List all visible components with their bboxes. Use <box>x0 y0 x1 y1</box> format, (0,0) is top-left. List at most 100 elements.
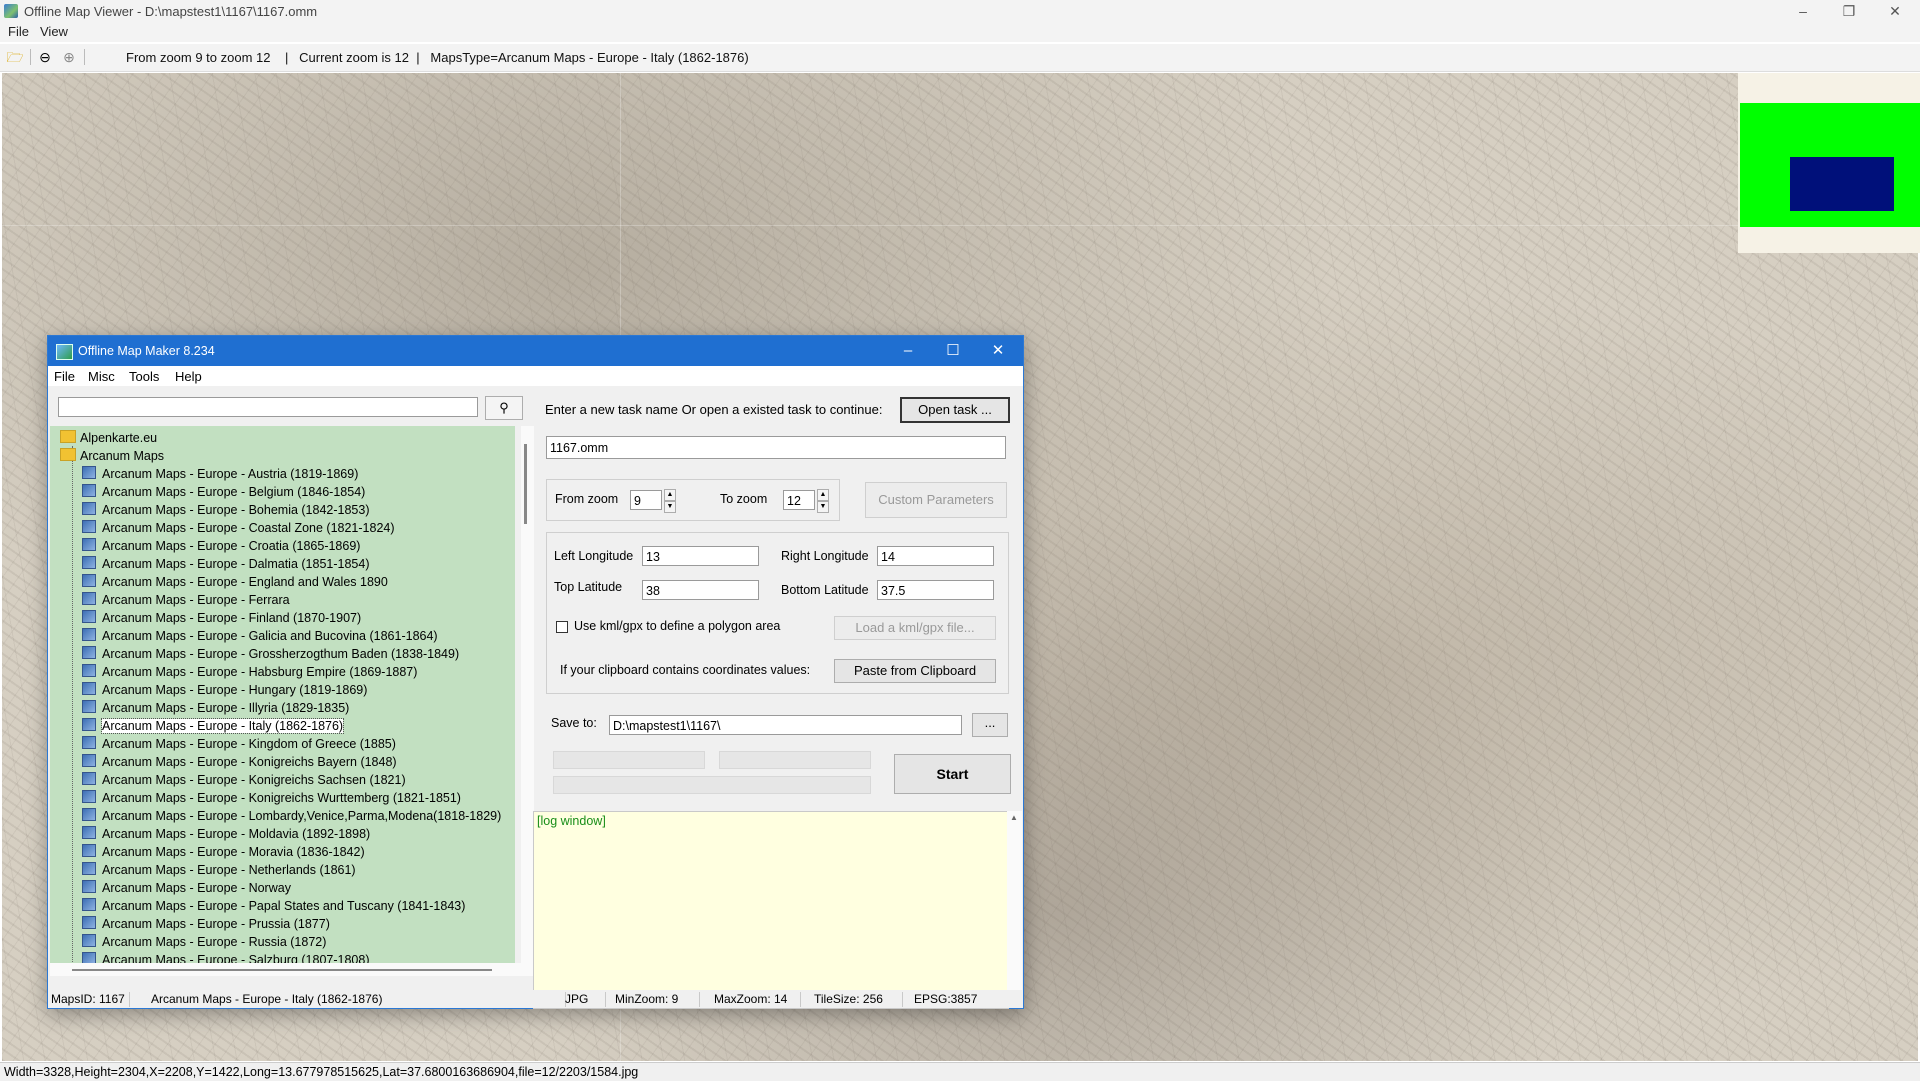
maker-minimize-button[interactable]: – <box>886 336 930 366</box>
tree-item[interactable]: Arcanum Maps - Europe - Norway <box>82 880 291 898</box>
close-button[interactable]: ✕ <box>1872 0 1918 22</box>
spin-down-icon[interactable]: ▼ <box>817 501 829 513</box>
to-zoom-spinner[interactable]: ▲ ▼ <box>817 489 829 513</box>
status-epsg: EPSG:3857 <box>914 992 978 1006</box>
spin-up-icon[interactable]: ▲ <box>817 489 829 501</box>
to-zoom-field[interactable]: 12 <box>783 490 815 510</box>
map-maker-window: Offline Map Maker 8.234 – ☐ ✕ File Misc … <box>47 335 1024 1009</box>
tree-item[interactable]: Arcanum Maps - Europe - Croatia (1865-18… <box>82 538 360 556</box>
tree-item[interactable]: Arcanum Maps - Europe - Finland (1870-19… <box>82 610 361 628</box>
tree-item-label: Arcanum Maps - Europe - Prussia (1877) <box>102 917 330 931</box>
top-latitude-label: Top Latitude <box>554 580 623 594</box>
bottom-latitude-field[interactable]: 37.5 <box>877 580 994 600</box>
tree-horizontal-scrollbar[interactable] <box>50 963 534 976</box>
menu-file[interactable]: File <box>8 24 29 39</box>
log-window[interactable]: [log window] <box>533 811 1009 1009</box>
zoom-out-icon[interactable]: ⊖ <box>36 49 54 65</box>
tile-seam <box>2 225 1918 226</box>
tree-item[interactable]: Arcanum Maps - Europe - Italy (1862-1876… <box>82 718 345 736</box>
tree-item[interactable]: Arcanum Maps - Europe - Papal States and… <box>82 898 465 916</box>
tree-item[interactable]: Arcanum Maps - Europe - Illyria (1829-18… <box>82 700 349 718</box>
tree-item[interactable]: Arcanum Maps - Europe - England and Wale… <box>82 574 388 592</box>
maker-close-button[interactable]: ✕ <box>976 336 1020 366</box>
tree-item[interactable]: Arcanum Maps - Europe - Dalmatia (1851-1… <box>82 556 369 574</box>
task-prompt: Enter a new task name Or open a existed … <box>545 402 883 417</box>
spin-up-icon[interactable]: ▲ <box>664 489 676 501</box>
open-task-button[interactable]: Open task ... <box>900 397 1010 423</box>
tree-item[interactable]: Arcanum Maps - Europe - Bohemia (1842-18… <box>82 502 370 520</box>
tree-root[interactable]: Arcanum Maps <box>60 448 164 466</box>
tree-item[interactable]: Arcanum Maps - Europe - Kingdom of Greec… <box>82 736 396 754</box>
zoom-in-icon[interactable]: ⊕ <box>60 49 78 65</box>
log-scrollbar[interactable]: ▲ ▼ <box>1007 811 1022 1007</box>
maker-status-bar: MapsID: 1167 Arcanum Maps - Europe - Ita… <box>48 990 1023 1008</box>
browse-button[interactable]: ... <box>972 713 1008 737</box>
start-button[interactable]: Start <box>894 754 1011 794</box>
map-layer-icon <box>82 934 96 947</box>
maker-menu-file[interactable]: File <box>54 369 75 384</box>
tree-item[interactable]: Arcanum Maps - Europe - Galicia and Buco… <box>82 628 438 646</box>
tree-item[interactable]: Arcanum Maps - Europe - Grossherzogthum … <box>82 646 459 664</box>
scroll-up-icon[interactable]: ▲ <box>1010 813 1018 822</box>
tree-item-label: Arcanum Maps - Europe - Russia (1872) <box>102 935 327 949</box>
tree-item[interactable]: Arcanum Maps - Europe - Netherlands (186… <box>82 862 356 880</box>
from-zoom-field[interactable]: 9 <box>630 490 662 510</box>
scroll-thumb[interactable] <box>524 444 527 524</box>
save-path-field[interactable]: D:\mapstest1\1167\ <box>609 715 962 735</box>
overview-viewport[interactable] <box>1790 157 1894 211</box>
custom-parameters-button[interactable]: Custom Parameters <box>865 482 1007 518</box>
clipboard-label: If your clipboard contains coordinates v… <box>560 663 811 677</box>
tree-item[interactable]: Arcanum Maps - Europe - Prussia (1877) <box>82 916 330 934</box>
top-latitude-field[interactable]: 38 <box>642 580 759 600</box>
tree-item[interactable]: Arcanum Maps - Europe - Ferrara <box>82 592 290 610</box>
maker-menu-tools[interactable]: Tools <box>129 369 159 384</box>
spin-down-icon[interactable]: ▼ <box>664 501 676 513</box>
tree-item[interactable]: Arcanum Maps - Europe - Salzburg (1807-1… <box>82 952 370 963</box>
right-longitude-field[interactable]: 14 <box>877 546 994 566</box>
from-zoom-label: From zoom <box>555 492 619 506</box>
maps-search-input[interactable] <box>58 397 478 417</box>
menu-view[interactable]: View <box>40 24 68 39</box>
maker-title-bar: Offline Map Maker 8.234 – ☐ ✕ <box>48 336 1023 366</box>
tree-item[interactable]: Arcanum Maps - Europe - Hungary (1819-18… <box>82 682 367 700</box>
map-layer-icon <box>82 592 96 605</box>
tree-item[interactable]: Arcanum Maps - Europe - Coastal Zone (18… <box>82 520 395 538</box>
tree-item[interactable]: Arcanum Maps - Europe - Austria (1819-18… <box>82 466 358 484</box>
kml-checkbox[interactable] <box>556 621 568 633</box>
tree-item[interactable]: Arcanum Maps - Europe - Russia (1872) <box>82 934 326 952</box>
right-longitude-label: Right Longitude <box>781 549 869 563</box>
tree-item[interactable]: Arcanum Maps - Europe - Lombardy,Venice,… <box>82 808 501 826</box>
tree-item-label: Arcanum Maps - Europe - Netherlands (186… <box>102 863 356 877</box>
load-kml-button[interactable]: Load a kml/gpx file... <box>834 616 996 640</box>
search-button[interactable]: ⚲ <box>485 396 523 420</box>
maker-menu-misc[interactable]: Misc <box>88 369 115 384</box>
tree-item[interactable]: Arcanum Maps - Europe - Moravia (1836-18… <box>82 844 365 862</box>
tree-item[interactable]: Arcanum Maps - Europe - Konigreichs Baye… <box>82 754 397 772</box>
tree-item-label: Arcanum Maps - Europe - Galicia and Buco… <box>102 629 438 643</box>
viewer-status-text: Width=3328,Height=2304,X=2208,Y=1422,Lon… <box>4 1065 639 1079</box>
tree-root[interactable]: Alpenkarte.eu <box>60 430 157 448</box>
maps-tree[interactable]: Alpenkarte.eu Arcanum Maps Arcanum Maps … <box>50 426 515 963</box>
viewer-toolbar: 🗁 ⊖ ⊕ From zoom 9 to zoom 12 | Current z… <box>0 44 1920 72</box>
left-longitude-field[interactable]: 13 <box>642 546 759 566</box>
open-folder-icon[interactable]: 🗁 <box>6 49 24 65</box>
from-zoom-spinner[interactable]: ▲ ▼ <box>664 489 676 513</box>
restore-button[interactable]: ❐ <box>1826 0 1872 22</box>
maker-title: Offline Map Maker 8.234 <box>78 344 215 358</box>
viewer-status-bar: Width=3328,Height=2304,X=2208,Y=1422,Lon… <box>0 1062 1920 1081</box>
map-layer-icon <box>82 574 96 587</box>
paste-clipboard-button[interactable]: Paste from Clipboard <box>834 659 996 683</box>
scroll-thumb[interactable] <box>72 969 492 971</box>
minimize-button[interactable]: – <box>1780 0 1826 22</box>
task-name-field[interactable]: 1167.omm <box>546 436 1006 459</box>
maker-maximize-button[interactable]: ☐ <box>931 336 975 366</box>
tree-item[interactable]: Arcanum Maps - Europe - Konigreichs Sach… <box>82 772 406 790</box>
overview-map[interactable] <box>1738 73 1920 253</box>
tree-item-label: Arcanum Maps - Europe - Kingdom of Greec… <box>102 737 396 751</box>
toolbar-separator <box>84 49 85 65</box>
tree-item[interactable]: Arcanum Maps - Europe - Belgium (1846-18… <box>82 484 365 502</box>
maker-menu-help[interactable]: Help <box>175 369 202 384</box>
tree-item[interactable]: Arcanum Maps - Europe - Moldavia (1892-1… <box>82 826 370 844</box>
tree-item[interactable]: Arcanum Maps - Europe - Habsburg Empire … <box>82 664 417 682</box>
tree-item[interactable]: Arcanum Maps - Europe - Konigreichs Wurt… <box>82 790 461 808</box>
